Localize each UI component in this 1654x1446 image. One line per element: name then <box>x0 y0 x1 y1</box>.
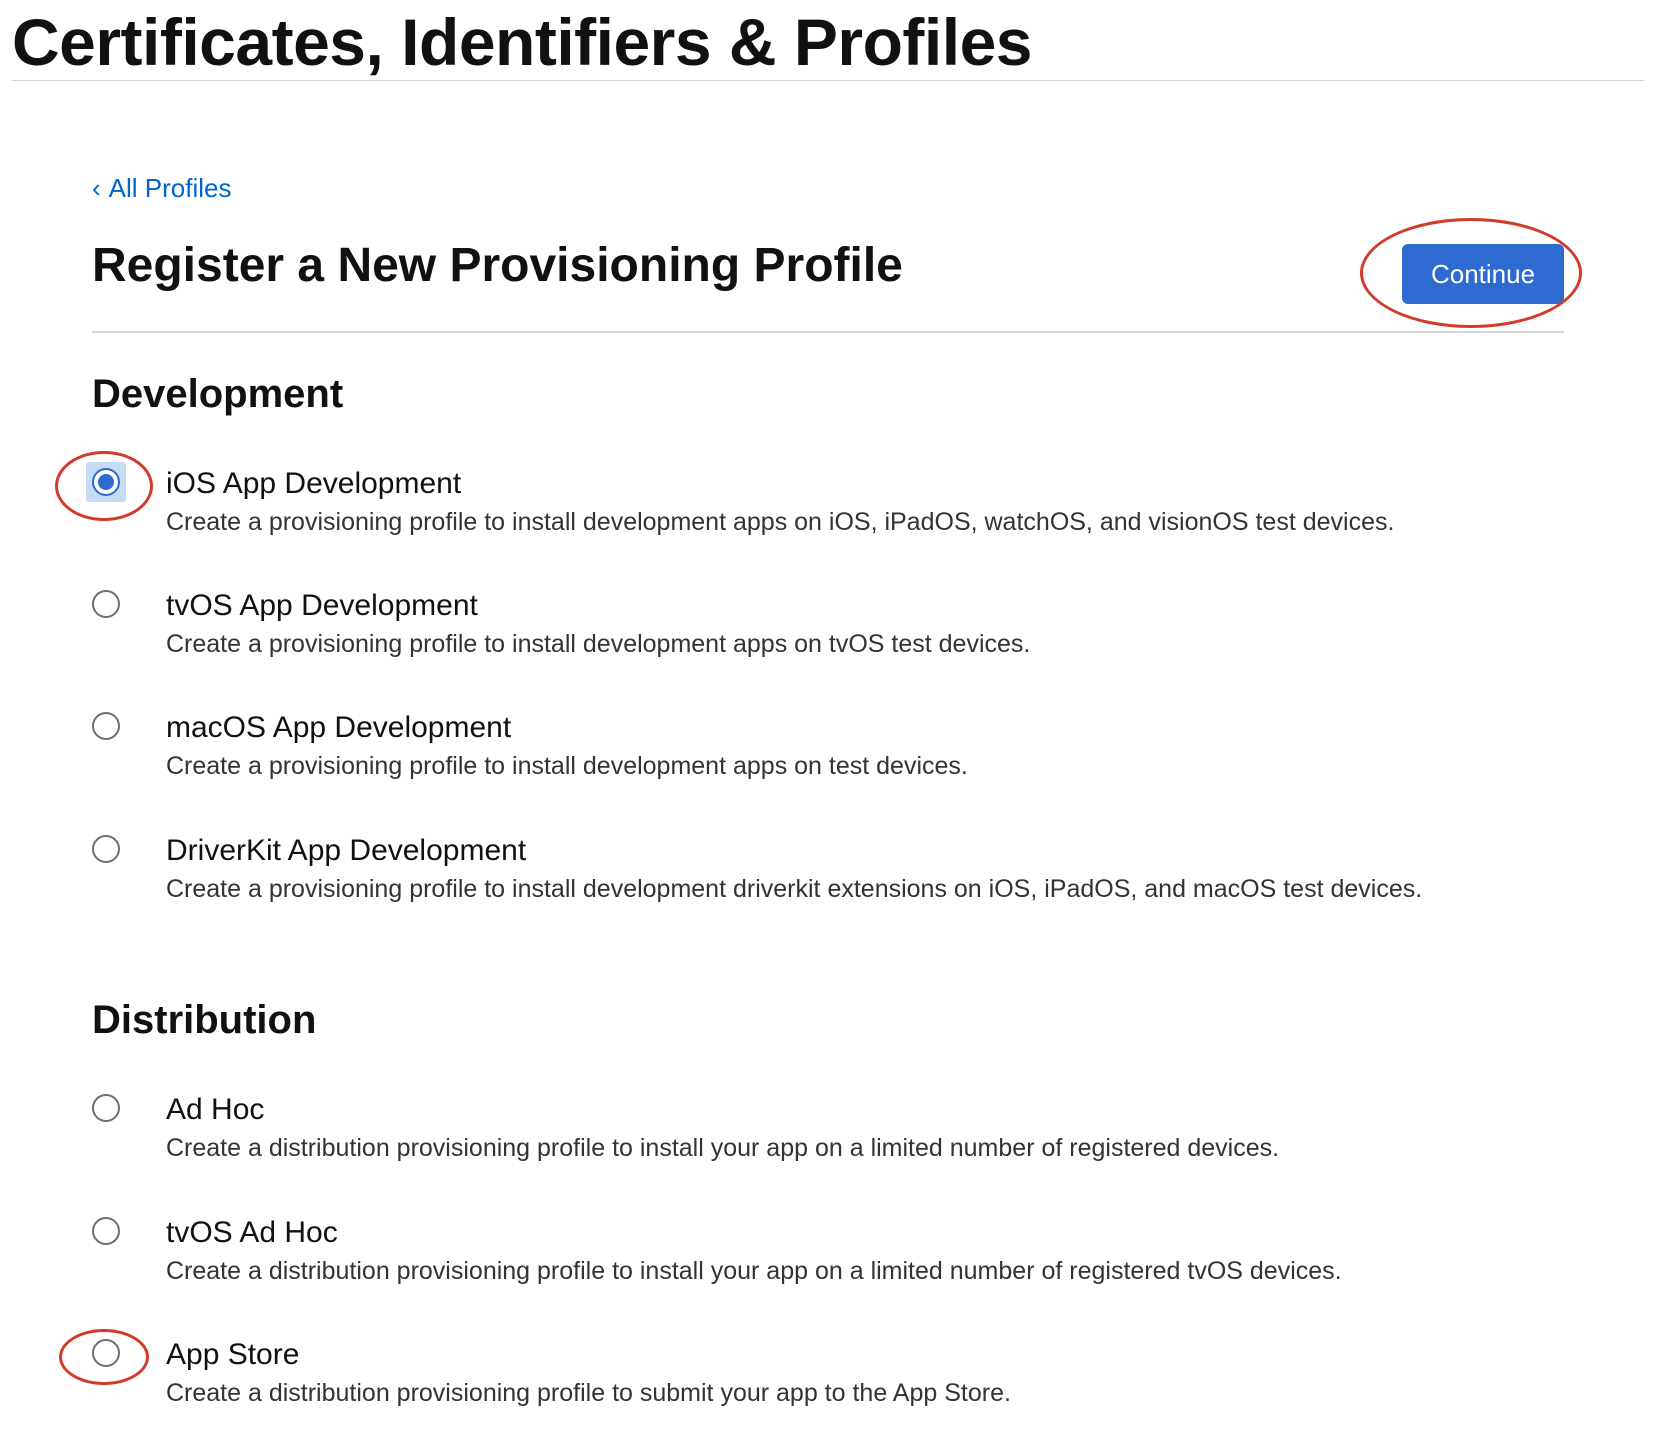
breadcrumb-all-profiles-link[interactable]: ‹ All Profiles <box>92 172 232 204</box>
title-divider <box>12 80 1644 81</box>
radio-driverkit-app-development[interactable] <box>92 835 120 863</box>
radio-app-store[interactable] <box>92 1339 120 1367</box>
header-divider <box>92 331 1564 333</box>
option-driverkit-app-development[interactable]: DriverKit App Development Create a provi… <box>92 833 1592 919</box>
option-ad-hoc[interactable]: Ad Hoc Create a distribution provisionin… <box>92 1092 1592 1178</box>
continue-button[interactable]: Continue <box>1402 244 1564 304</box>
option-title: macOS App Development <box>166 711 512 744</box>
radio-ios-app-development[interactable] <box>92 468 120 496</box>
option-title: App Store <box>166 1338 300 1371</box>
option-description: Create a provisioning profile to install… <box>166 752 968 780</box>
option-description: Create a provisioning profile to install… <box>166 508 1395 536</box>
radio-macos-app-development[interactable] <box>92 712 120 740</box>
option-tvos-ad-hoc[interactable]: tvOS Ad Hoc Create a distribution provis… <box>92 1215 1592 1301</box>
option-description: Create a provisioning profile to install… <box>166 875 1423 903</box>
page-title: Register a New Provisioning Profile <box>92 239 903 292</box>
option-description: Create a distribution provisioning profi… <box>166 1257 1342 1285</box>
radio-tvos-ad-hoc[interactable] <box>92 1217 120 1245</box>
chevron-left-icon: ‹ <box>92 173 101 203</box>
option-description: Create a distribution provisioning profi… <box>166 1134 1280 1162</box>
option-tvos-app-development[interactable]: tvOS App Development Create a provisioni… <box>92 588 1592 674</box>
breadcrumb-label: All Profiles <box>108 173 232 203</box>
app-title: Certificates, Identifiers & Profiles <box>12 5 1033 79</box>
option-description: Create a provisioning profile to install… <box>166 630 1031 658</box>
option-ios-app-development[interactable]: iOS App Development Create a provisionin… <box>86 462 1592 552</box>
option-title: iOS App Development <box>166 467 462 500</box>
option-title: tvOS Ad Hoc <box>166 1216 338 1249</box>
option-title: DriverKit App Development <box>166 834 527 867</box>
option-macos-app-development[interactable]: macOS App Development Create a provision… <box>92 710 1592 796</box>
radio-ad-hoc[interactable] <box>92 1094 120 1122</box>
radio-tvos-app-development[interactable] <box>92 590 120 618</box>
option-description: Create a distribution provisioning profi… <box>166 1379 1011 1407</box>
option-title: tvOS App Development <box>166 589 478 622</box>
section-title-distribution: Distribution <box>92 998 317 1042</box>
option-title: Ad Hoc <box>166 1093 265 1126</box>
section-title-development: Development <box>92 372 344 416</box>
option-app-store[interactable]: App Store Create a distribution provisio… <box>92 1337 1592 1423</box>
